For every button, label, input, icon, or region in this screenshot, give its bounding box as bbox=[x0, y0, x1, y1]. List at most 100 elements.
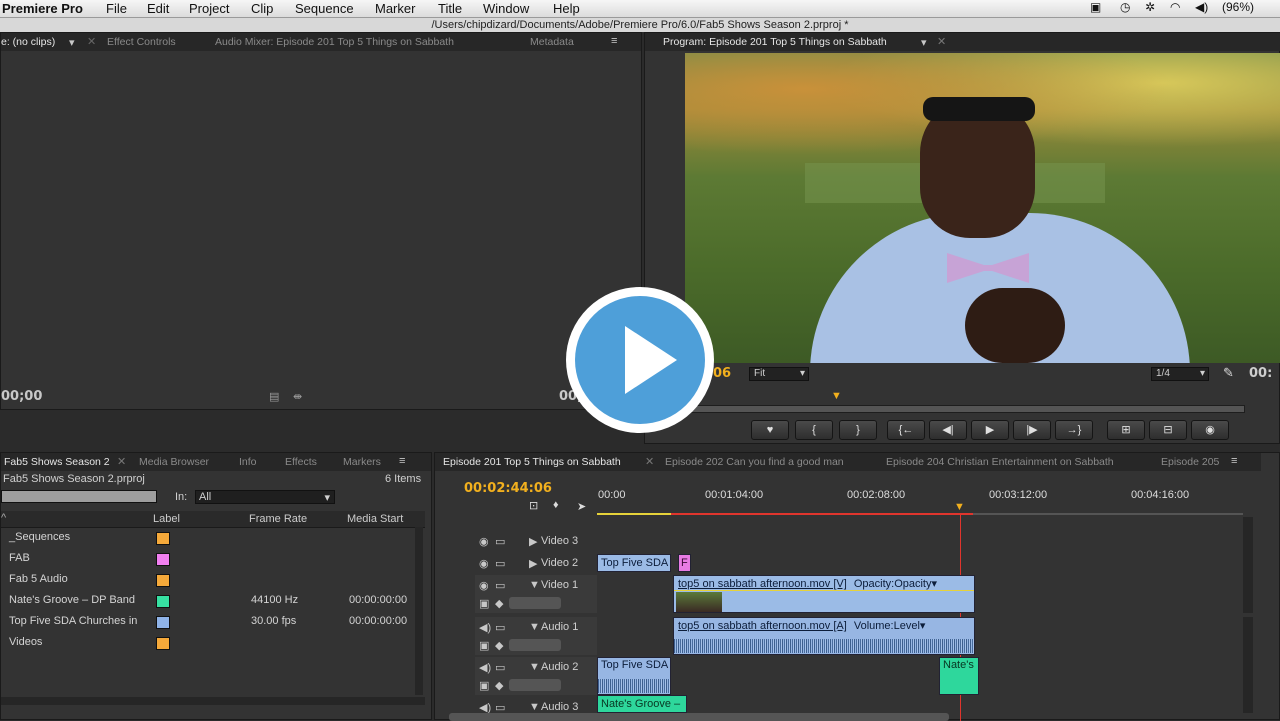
keyframe-icon[interactable]: ◆ bbox=[495, 639, 503, 652]
dropdown-icon[interactable]: ▾ bbox=[69, 36, 75, 49]
list-item[interactable]: FAB bbox=[1, 548, 421, 569]
sort-icon[interactable]: ^ bbox=[1, 512, 6, 524]
column-frame-rate[interactable]: Frame Rate bbox=[249, 513, 307, 525]
list-item[interactable]: Fab 5 Audio bbox=[1, 569, 421, 590]
keyframe-icon[interactable]: ◆ bbox=[495, 679, 503, 692]
film-icon[interactable]: ▭ bbox=[495, 661, 505, 674]
close-icon[interactable]: ✕ bbox=[937, 35, 946, 48]
column-label[interactable]: Label bbox=[153, 513, 180, 525]
add-marker-button[interactable]: ♥ bbox=[751, 420, 789, 440]
search-input[interactable] bbox=[1, 490, 157, 503]
menu-clip[interactable]: Clip bbox=[251, 1, 273, 16]
expand-icon[interactable]: ▶ bbox=[529, 535, 537, 548]
audio-tracks-scrollbar[interactable] bbox=[1243, 617, 1253, 713]
horizontal-scrollbar[interactable] bbox=[1, 697, 425, 705]
vertical-scrollbar[interactable] bbox=[415, 527, 423, 695]
tab-episode-204[interactable]: Episode 204 Christian Entertainment on S… bbox=[886, 456, 1114, 468]
keyframe-navigator[interactable] bbox=[509, 597, 561, 609]
tab-source[interactable]: e: (no clips) bbox=[1, 36, 55, 48]
eye-icon[interactable]: ◉ bbox=[479, 557, 489, 570]
eye-icon[interactable]: ◉ bbox=[479, 535, 489, 548]
menu-help[interactable]: Help bbox=[553, 1, 580, 16]
tab-media-browser[interactable]: Media Browser bbox=[139, 456, 209, 468]
panel-menu-icon[interactable]: ≡ bbox=[399, 455, 405, 467]
safe-margins-icon[interactable]: ▤ bbox=[269, 390, 279, 403]
go-to-in-button[interactable]: {← bbox=[887, 420, 925, 440]
tab-episode-201[interactable]: Episode 201 Top 5 Things on Sabbath bbox=[443, 456, 621, 468]
film-icon[interactable]: ▭ bbox=[495, 535, 505, 548]
extract-button[interactable]: ⊟ bbox=[1149, 420, 1187, 440]
video-play-overlay[interactable] bbox=[566, 287, 714, 433]
tab-program[interactable]: Program: Episode 201 Top 5 Things on Sab… bbox=[663, 36, 887, 48]
tab-effect-controls[interactable]: Effect Controls bbox=[107, 36, 176, 48]
panel-menu-icon[interactable]: ≡ bbox=[1231, 455, 1237, 467]
menu-sequence[interactable]: Sequence bbox=[295, 1, 354, 16]
program-video-frame[interactable] bbox=[685, 53, 1280, 363]
marker-icon[interactable]: ♦ bbox=[553, 499, 559, 511]
keyframe-navigator[interactable] bbox=[509, 679, 561, 691]
export-frame-button[interactable]: ◉ bbox=[1191, 420, 1229, 440]
waveform-icon[interactable]: ▣ bbox=[479, 639, 489, 652]
list-item[interactable]: _Sequences bbox=[1, 527, 421, 548]
source-timecode[interactable]: 00;00 bbox=[1, 389, 42, 404]
dropdown-icon[interactable]: ▾ bbox=[921, 36, 927, 49]
resolution-select[interactable]: 1/4 ▾ bbox=[1151, 367, 1209, 381]
film-icon[interactable]: ▭ bbox=[495, 557, 505, 570]
playhead-marker-icon[interactable]: ▼ bbox=[831, 390, 842, 402]
clip-fx-label[interactable]: Opacity:Opacity bbox=[854, 578, 932, 590]
program-timecode[interactable]: 06 bbox=[713, 366, 731, 381]
list-item[interactable]: Top Five SDA Churches in 30.00 fps 00:00:0… bbox=[1, 611, 421, 632]
in-select[interactable]: All ▾ bbox=[195, 490, 335, 504]
mark-out-button[interactable]: } bbox=[839, 420, 877, 440]
menu-window[interactable]: Window bbox=[483, 1, 529, 16]
time-ruler[interactable]: 00:00 00:01:04:00 00:02:08:00 00:03:12:0… bbox=[597, 489, 1243, 519]
column-media-start[interactable]: Media Start bbox=[347, 513, 403, 525]
time-machine-icon[interactable]: ◷ bbox=[1120, 0, 1130, 14]
step-back-button[interactable]: ◀| bbox=[929, 420, 967, 440]
playhead-icon[interactable]: ▼ bbox=[954, 501, 965, 513]
go-to-out-button[interactable]: →} bbox=[1055, 420, 1093, 440]
tab-markers[interactable]: Markers bbox=[343, 456, 381, 468]
clip-audio3-groove[interactable]: Nate's Groove – bbox=[597, 695, 687, 713]
clip-audio1-main[interactable]: top5 on sabbath afternoon.mov [A] Volume… bbox=[673, 617, 975, 655]
tab-metadata[interactable]: Metadata bbox=[530, 36, 574, 48]
menu-project[interactable]: Project bbox=[189, 1, 229, 16]
menu-edit[interactable]: Edit bbox=[147, 1, 169, 16]
eye-icon[interactable]: ◉ bbox=[479, 579, 489, 592]
tab-audio-mixer[interactable]: Audio Mixer: Episode 201 Top 5 Things on… bbox=[215, 36, 454, 48]
expand-icon[interactable]: ▶ bbox=[529, 557, 537, 570]
tab-episode-202[interactable]: Episode 202 Can you find a good man bbox=[665, 456, 844, 468]
close-icon[interactable]: ✕ bbox=[87, 35, 96, 48]
collapse-icon[interactable]: ▼ bbox=[529, 661, 540, 673]
drag-audio-icon[interactable]: ⇼ bbox=[293, 390, 302, 403]
panel-menu-icon[interactable]: ≡ bbox=[611, 35, 617, 47]
camera-icon[interactable]: ▣ bbox=[1090, 0, 1101, 14]
program-scrub-bar[interactable] bbox=[685, 405, 1245, 413]
tab-effects[interactable]: Effects bbox=[285, 456, 317, 468]
clip-audio2-title[interactable]: Top Five SDA bbox=[597, 657, 671, 695]
close-icon[interactable]: ✕ bbox=[645, 455, 654, 468]
play-button[interactable]: ▶ bbox=[971, 420, 1009, 440]
display-style-icon[interactable]: ▣ bbox=[479, 597, 489, 610]
snap-icon[interactable]: ⊡ bbox=[529, 499, 538, 512]
lift-button[interactable]: ⊞ bbox=[1107, 420, 1145, 440]
zoom-select[interactable]: Fit ▾ bbox=[749, 367, 809, 381]
clip-fx-label[interactable]: Volume:Level bbox=[854, 620, 920, 632]
tab-info[interactable]: Info bbox=[239, 456, 257, 468]
volume-icon[interactable]: ◀) bbox=[1195, 0, 1208, 14]
battery-status[interactable]: (96%) bbox=[1222, 0, 1254, 14]
clip-video1-main[interactable]: top5 on sabbath afternoon.mov [V] Opacit… bbox=[673, 575, 975, 613]
collapse-icon[interactable]: ▼ bbox=[529, 701, 540, 713]
wrench-icon[interactable]: ✎ bbox=[1223, 365, 1234, 381]
collapse-icon[interactable]: ▼ bbox=[529, 579, 540, 591]
waveform-icon[interactable]: ▣ bbox=[479, 679, 489, 692]
keyframe-icon[interactable]: ◆ bbox=[495, 597, 503, 610]
clip-video2-title[interactable]: Top Five SDA bbox=[597, 554, 671, 572]
menu-title[interactable]: Title bbox=[438, 1, 462, 16]
list-item[interactable]: Nate's Groove – DP Band 44100 Hz 00:00:00:… bbox=[1, 590, 421, 611]
list-item[interactable]: Videos bbox=[1, 632, 421, 653]
keyframe-navigator[interactable] bbox=[509, 639, 561, 651]
tab-project[interactable]: Fab5 Shows Season 2 bbox=[4, 456, 110, 468]
film-icon[interactable]: ▭ bbox=[495, 621, 505, 634]
collapse-icon[interactable]: ▼ bbox=[529, 621, 540, 633]
